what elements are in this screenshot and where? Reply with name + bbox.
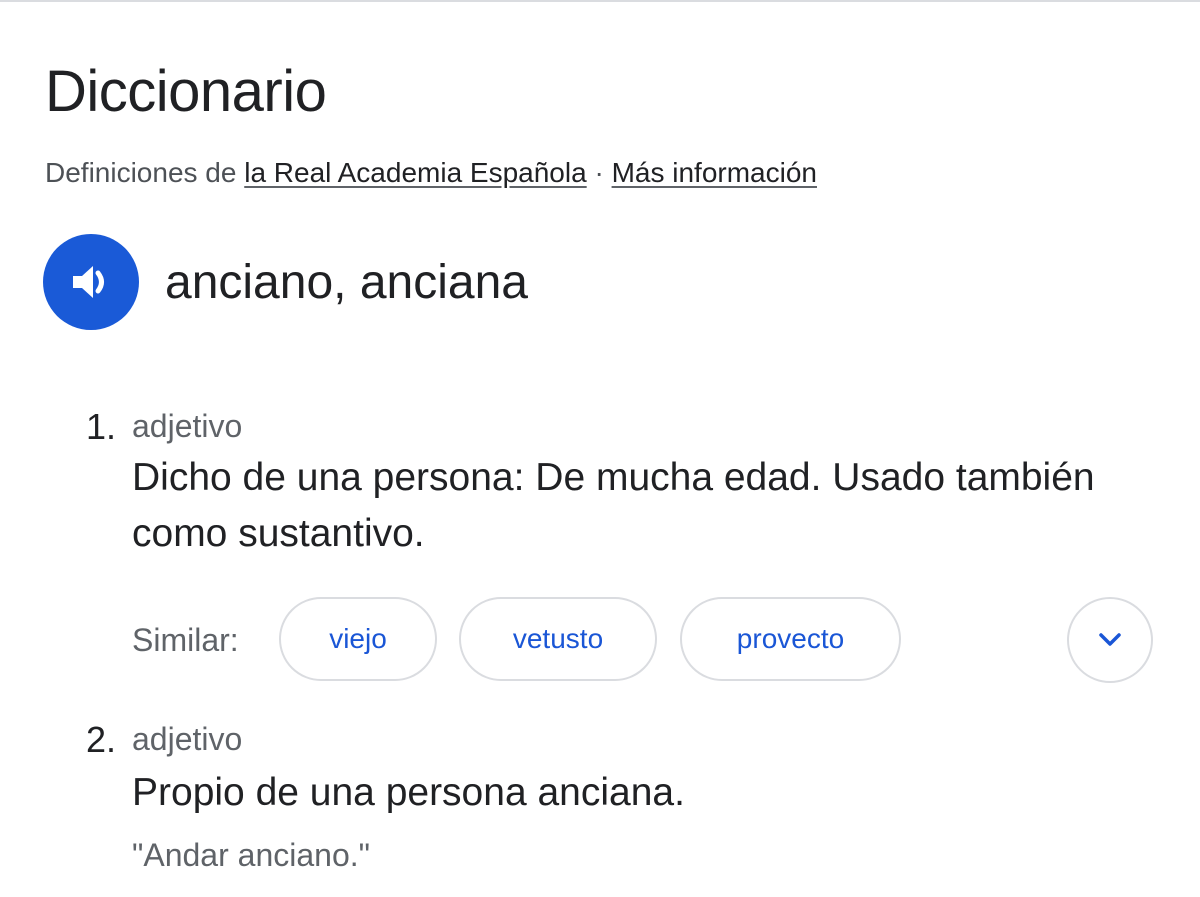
similar-chip-vetusto[interactable]: vetusto [459,597,657,681]
separator-dot: · [586,157,612,188]
similar-label: Similar: [132,622,239,658]
page-title: Diccionario [45,59,327,124]
rae-link[interactable]: la Real Academia Española [244,157,586,188]
pronunciation-button[interactable] [43,234,139,330]
expand-similar-button[interactable] [1067,597,1153,683]
source-line: Definiciones de la Real Academia Español… [45,154,817,192]
sense-number: 2. [86,719,117,760]
more-info-link[interactable]: Más información [612,157,817,188]
definition-text: Propio de una persona anciana. [132,771,685,814]
source-prefix: Definiciones de [45,157,245,188]
definition-text: Dicho de una persona: De mucha edad. Usa… [132,456,1095,555]
part-of-speech: adjetivo [132,408,243,444]
headword: anciano, anciana [165,256,528,309]
part-of-speech: adjetivo [132,721,243,757]
volume-icon [73,266,104,298]
similar-chip-provecto[interactable]: provecto [680,597,901,681]
usage-example: "Andar anciano." [132,837,370,873]
dictionary-card: Diccionario Definiciones de la Real Acad… [0,0,1200,897]
chevron-down-icon [1099,633,1121,646]
similar-chip-viejo[interactable]: viejo [279,597,437,681]
sense-number: 1. [86,406,117,447]
